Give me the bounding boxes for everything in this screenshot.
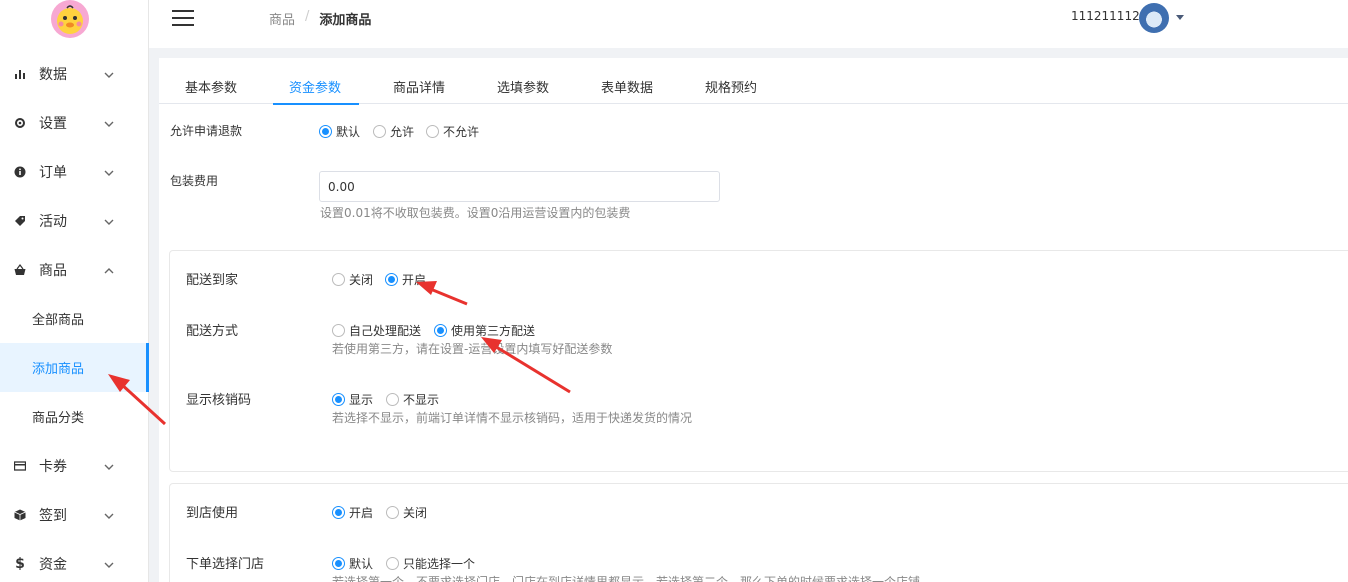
tag-icon: [14, 215, 26, 227]
main-panel: 基本参数 资金参数 商品详情 选填参数 表单数据 规格预约 允许申请退款 默认 …: [159, 58, 1348, 582]
sidebar-item-funds[interactable]: $ 资金: [0, 539, 148, 582]
radio-label: 只能选择一个: [403, 557, 476, 571]
gear-icon: [14, 117, 26, 129]
delivery-home-label: 配送到家: [186, 273, 239, 288]
radio-label: 关闭: [403, 506, 428, 520]
radio-label: 默认: [336, 125, 361, 139]
sidebar-item-label: 商品: [39, 262, 67, 279]
chevron-down-icon: [104, 559, 114, 569]
menu-toggle-icon[interactable]: [172, 10, 196, 28]
sidebar-subitem-label: 商品分类: [32, 411, 85, 426]
avatar[interactable]: [1139, 3, 1169, 33]
radio-label: 允许: [390, 125, 415, 139]
store-select-label: 下单选择门店: [186, 557, 265, 572]
top-header: 商品 / 添加商品 1112111122: [149, 0, 1348, 48]
sidebar-item-label: 卡券: [39, 458, 67, 475]
sidebar-item-data[interactable]: 数据: [0, 49, 148, 98]
sidebar-item-products[interactable]: 商品: [0, 245, 148, 294]
radio-label: 开启: [349, 506, 374, 520]
breadcrumb-current: 添加商品: [319, 13, 372, 28]
basket-icon: [14, 263, 26, 276]
show-code-help: 若选择不显示，前端订单详情不显示核销码，适用于快递发货的情况: [332, 411, 693, 425]
user-id: 1112111122: [1071, 9, 1148, 23]
delivery-card: 配送到家 关闭 开启 配送方式 自己处理配送 使用第三方配送 若使用第三方，请在…: [169, 250, 1348, 472]
active-tab-indicator: [273, 103, 359, 105]
delivery-method-radio-self[interactable]: 自己处理配送: [332, 322, 421, 339]
chevron-down-icon: [104, 69, 114, 79]
refund-radio-allow[interactable]: 允许: [373, 123, 414, 140]
packing-fee-label: 包装费用: [170, 174, 219, 188]
bar-chart-icon: [14, 68, 26, 80]
store-select-radio-default[interactable]: 默认: [332, 555, 373, 572]
breadcrumb-parent[interactable]: 商品: [269, 9, 295, 28]
in-store-label: 到店使用: [186, 506, 239, 521]
breadcrumb: 商品 / 添加商品: [269, 9, 371, 28]
sidebar-subitem-product-category[interactable]: 商品分类: [0, 392, 148, 441]
packing-fee-help: 设置0.01将不收取包装费。设置0沿用运营设置内的包装费: [320, 206, 631, 220]
chevron-down-icon: [104, 167, 114, 177]
radio-label: 自己处理配送: [349, 324, 422, 338]
radio-label: 关闭: [349, 273, 374, 287]
sidebar-item-checkin[interactable]: 签到: [0, 490, 148, 539]
tab-form-data[interactable]: 表单数据: [601, 77, 653, 96]
sidebar-subitem-label: 添加商品: [32, 362, 85, 377]
app-logo[interactable]: [51, 0, 89, 38]
store-select-radio-single[interactable]: 只能选择一个: [386, 555, 475, 572]
sidebar-subitem-all-products[interactable]: 全部商品: [0, 294, 148, 343]
chevron-down-icon: [104, 461, 114, 471]
in-store-radio-on[interactable]: 开启: [332, 504, 373, 521]
sidebar: 数据 设置 订单 活动 商品 全部商品 添加商品 商品分类 卡券 签到 $ 资金: [0, 0, 149, 582]
sidebar-item-coupons[interactable]: 卡券: [0, 441, 148, 490]
delivery-method-label: 配送方式: [186, 324, 239, 339]
delivery-method-radio-third-party[interactable]: 使用第三方配送: [434, 322, 535, 339]
box-icon: [14, 509, 26, 521]
caret-down-icon[interactable]: [1176, 15, 1184, 20]
sidebar-item-orders[interactable]: 订单: [0, 147, 148, 196]
radio-label: 不显示: [403, 393, 440, 407]
sidebar-item-label: 数据: [39, 66, 67, 83]
refund-label: 允许申请退款: [170, 124, 243, 138]
sidebar-subitem-add-product[interactable]: 添加商品: [0, 343, 149, 392]
delivery-home-radio-on[interactable]: 开启: [385, 271, 426, 288]
delivery-home-radio-off[interactable]: 关闭: [332, 271, 373, 288]
show-code-radio-hide[interactable]: 不显示: [386, 391, 439, 408]
refund-radio-default[interactable]: 默认: [319, 123, 360, 140]
radio-label: 不允许: [443, 125, 480, 139]
sidebar-item-label: 订单: [39, 164, 67, 181]
sidebar-item-settings[interactable]: 设置: [0, 98, 148, 147]
chevron-down-icon: [104, 118, 114, 128]
tab-spec-booking[interactable]: 规格预约: [705, 77, 757, 96]
refund-radio-deny[interactable]: 不允许: [426, 123, 479, 140]
sidebar-item-label: 资金: [39, 556, 67, 573]
card-icon: [14, 460, 26, 472]
tab-product-details[interactable]: 商品详情: [393, 77, 445, 96]
radio-label: 默认: [349, 557, 374, 571]
radio-label: 开启: [402, 273, 427, 287]
packing-fee-input[interactable]: [319, 171, 720, 202]
store-card: 到店使用 开启 关闭 下单选择门店 默认 只能选择一个 若选择第一个，不要求选择…: [169, 483, 1348, 582]
chevron-down-icon: [104, 216, 114, 226]
tab-optional-params[interactable]: 选填参数: [497, 77, 549, 96]
tab-basic-params[interactable]: 基本参数: [185, 77, 237, 96]
chevron-up-icon: [104, 265, 114, 275]
sidebar-item-label: 活动: [39, 213, 67, 230]
info-icon: [14, 166, 26, 178]
sidebar-item-label: 签到: [39, 507, 67, 524]
dollar-icon: $: [15, 555, 25, 572]
radio-label: 使用第三方配送: [451, 324, 536, 338]
chevron-down-icon: [104, 510, 114, 520]
delivery-method-help: 若使用第三方，请在设置-运营设置内填写好配送参数: [332, 342, 613, 356]
sidebar-item-activity[interactable]: 活动: [0, 196, 148, 245]
store-select-help: 若选择第一个，不要求选择门店，门店在到店详情里都显示，若选择第二个，那么下单的时…: [332, 575, 921, 582]
show-code-label: 显示核销码: [186, 393, 252, 408]
tab-bar: 基本参数 资金参数 商品详情 选填参数 表单数据 规格预约: [159, 70, 1348, 105]
in-store-radio-off[interactable]: 关闭: [386, 504, 427, 521]
sidebar-subitem-label: 全部商品: [32, 313, 85, 328]
sidebar-item-label: 设置: [39, 115, 67, 132]
tab-fund-params[interactable]: 资金参数: [289, 77, 341, 96]
breadcrumb-separator: /: [305, 9, 310, 24]
radio-label: 显示: [349, 393, 374, 407]
show-code-radio-show[interactable]: 显示: [332, 391, 373, 408]
